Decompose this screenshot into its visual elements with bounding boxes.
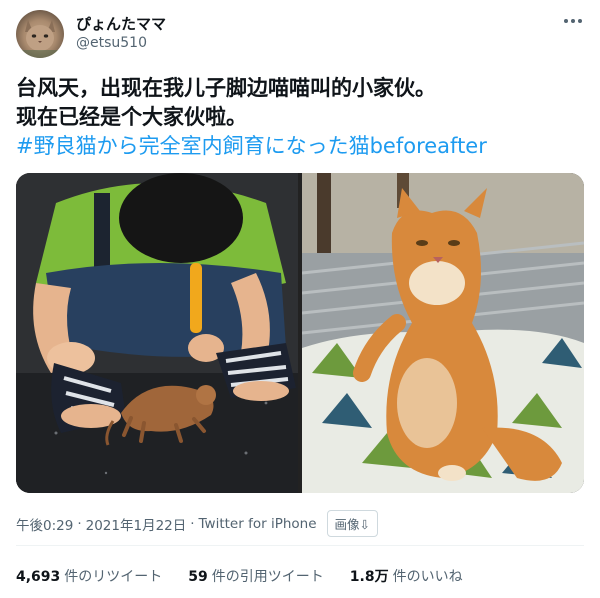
tweet-meta: 午後0:29 · 2021年1月22日 · Twitter for iPhone… [16, 510, 378, 537]
tweet-stats: 4,693 件のリツイート 59 件の引用ツイート 1.8万 件のいいね [16, 566, 463, 586]
hashtag-link[interactable]: #野良猫から完全室内飼育になった猫beforeafter [16, 132, 588, 161]
tweet-media [16, 173, 584, 493]
tweet-time[interactable]: 午後0:29 [16, 514, 73, 534]
tweet-header: ぴょんたママ @etsu510 [16, 10, 584, 62]
tweet-date[interactable]: 2021年1月22日 [86, 514, 187, 534]
dot [578, 19, 582, 23]
tweet-source[interactable]: Twitter for iPhone [199, 516, 317, 532]
photo-orange-cat-sitting-icon [302, 173, 584, 493]
meta-separator: · [190, 515, 195, 532]
photo-boy-wet-kitten[interactable] [16, 173, 298, 493]
likes-stat[interactable]: 1.8万 件のいいね [350, 566, 463, 586]
more-options-icon[interactable] [562, 14, 584, 28]
tweet-text: 台风天，出现在我儿子脚边喵喵叫的小家伙。 现在已经是个大家伙啦。 #野良猫から完… [16, 74, 588, 161]
avatar[interactable] [16, 10, 64, 58]
quotes-count: 59 [188, 569, 208, 585]
photo-boy-wet-kitten-icon [16, 173, 298, 493]
quotes-label: 件の引用ツイート [211, 569, 324, 585]
dot [571, 19, 575, 23]
image-translate-button[interactable]: 画像⇩ [326, 510, 378, 537]
photo-orange-cat-sitting[interactable] [302, 173, 584, 493]
meta-separator: · [77, 515, 82, 532]
likes-label: 件のいいね [392, 569, 463, 585]
divider [16, 545, 584, 546]
quotes-stat[interactable]: 59 件の引用ツイート [188, 566, 323, 586]
author-display-name[interactable]: ぴょんたママ [76, 13, 166, 34]
author-handle[interactable]: @etsu510 [76, 35, 147, 51]
tweet-line-2: 现在已经是个大家伙啦。 [16, 105, 247, 129]
tweet-line-1: 台风天，出现在我儿子脚边喵喵叫的小家伙。 [16, 76, 436, 100]
likes-count: 1.8万 [349, 569, 389, 585]
retweets-stat[interactable]: 4,693 件のリツイート [16, 566, 162, 586]
retweets-count: 4,693 [16, 569, 61, 585]
retweets-label: 件のリツイート [64, 569, 163, 585]
cat-avatar-icon [16, 20, 64, 58]
dot [564, 19, 568, 23]
